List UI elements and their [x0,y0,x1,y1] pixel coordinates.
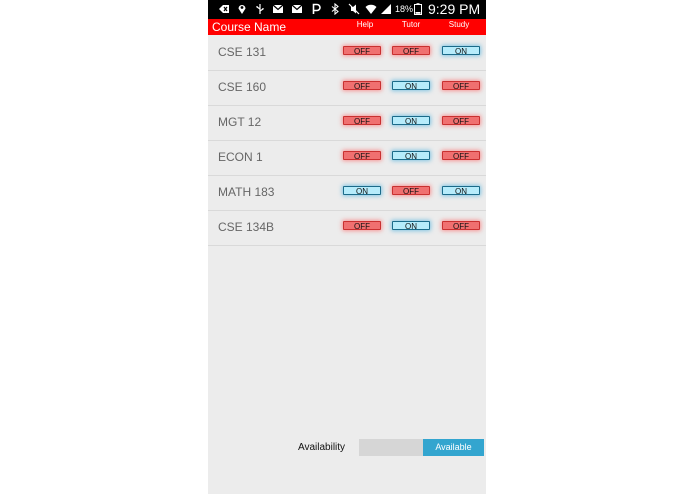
study-toggle[interactable]: OFF [442,221,480,231]
tutor-toggle[interactable]: OFF [392,46,430,56]
tutor-toggle[interactable]: ON [392,221,430,231]
study-toggle[interactable]: OFF [442,81,480,91]
location-icon [238,5,246,14]
course-name: MGT 12 [218,115,262,129]
study-header: Study [448,20,470,29]
gmail-icon [272,4,284,13]
help-toggle[interactable]: OFF [343,116,381,126]
table-header: Course Name Help Tutor Study [208,19,486,35]
course-row: MATH 183 ON OFF ON [208,175,486,211]
course-name: CSE 160 [218,80,267,94]
study-toggle[interactable]: ON [442,46,480,56]
battery-icon [414,3,422,15]
phone-screen: 18% 9:29 PM Course Name Help Tutor Study… [208,0,486,494]
study-toggle[interactable]: OFF [442,116,480,126]
help-toggle[interactable]: OFF [343,81,381,91]
help-header: Help [356,20,374,29]
course-name-header: Course Name [212,20,287,34]
tutor-header: Tutor [401,20,421,29]
help-toggle[interactable]: OFF [343,46,381,56]
course-row: ECON 1 OFF ON OFF [208,140,486,176]
course-name: ECON 1 [218,150,263,164]
availability-label: Availability [298,442,346,453]
tutor-toggle[interactable]: OFF [392,186,430,196]
course-row: CSE 160 OFF ON OFF [208,70,486,106]
course-row: CSE 134B OFF ON OFF [208,210,486,246]
status-clock: 9:29 PM [428,1,481,17]
availability-state[interactable]: Available [423,439,484,456]
course-row: MGT 12 OFF ON OFF [208,105,486,141]
tutor-toggle[interactable]: ON [392,116,430,126]
battery-percent: 18% [395,4,414,14]
help-toggle[interactable]: OFF [343,151,381,161]
usb-icon [256,4,264,14]
p-icon [312,3,321,14]
help-toggle[interactable]: OFF [343,221,381,231]
bluetooth-icon [331,3,339,15]
tutor-toggle[interactable]: ON [392,151,430,161]
gmail-icon [291,4,303,13]
study-toggle[interactable]: OFF [442,151,480,161]
course-name: CSE 134B [218,220,275,234]
tutor-toggle[interactable]: ON [392,81,430,91]
status-bar: 18% 9:29 PM [208,0,486,19]
signal-icon [381,4,391,14]
course-row: CSE 131 OFF OFF ON [208,35,486,71]
availability-switch[interactable]: Available [359,439,484,456]
course-name: MATH 183 [218,185,275,199]
back-icon [219,5,229,13]
mute-icon [348,3,360,15]
help-toggle[interactable]: ON [343,186,381,196]
wifi-icon [365,4,377,14]
course-name: CSE 131 [218,45,267,59]
study-toggle[interactable]: ON [442,186,480,196]
